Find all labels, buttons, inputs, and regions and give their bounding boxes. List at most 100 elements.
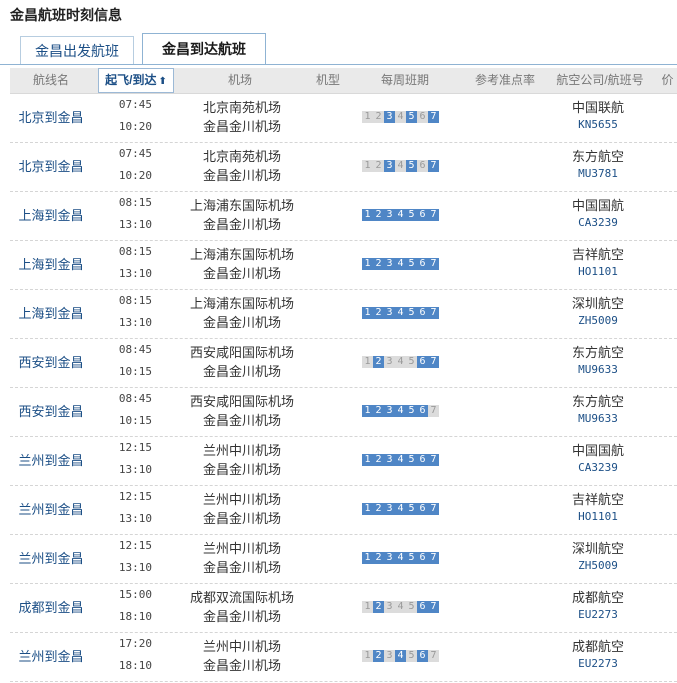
weekly-schedule: 1234567: [362, 160, 439, 172]
table-row: 上海到金昌 08:15 13:10 上海浦东国际机场 金昌金川机场 1 2 3 4 5 6 7 吉祥航空…: [10, 240, 677, 290]
col-plane[interactable]: 机型: [306, 68, 350, 93]
route-link[interactable]: 北京到金昌: [10, 156, 92, 175]
departure-airport: 西安咸阳国际机场: [189, 394, 294, 409]
route-link[interactable]: 北京到金昌: [10, 107, 92, 126]
route-link[interactable]: 西安到金昌: [10, 352, 92, 371]
arrival-airport: 金昌金川机场: [202, 413, 281, 428]
weekday-6-on: 6: [417, 503, 428, 515]
col-airport[interactable]: 机场: [190, 68, 290, 93]
arrival-time: 10:20: [118, 169, 152, 182]
arrival-airport: 金昌金川机场: [202, 511, 281, 526]
route-link[interactable]: 上海到金昌: [10, 205, 92, 224]
col-route[interactable]: 航线名: [10, 68, 92, 93]
route-link[interactable]: 兰州到金昌: [10, 499, 92, 518]
weekday-7-on: 7: [428, 356, 439, 368]
airline-name: 吉祥航空: [571, 492, 624, 507]
arrival-airport: 金昌金川机场: [202, 560, 281, 575]
departure-time: 07:45: [118, 98, 152, 111]
col-airline[interactable]: 航空公司/航班号: [550, 68, 650, 93]
weekly-schedule: 1234567: [362, 503, 439, 515]
weekday-1-off: 1: [362, 601, 373, 613]
arrival-time: 18:10: [118, 659, 152, 672]
weekday-3-on: 3: [384, 258, 395, 270]
flight-number-link[interactable]: MU3781: [550, 167, 646, 180]
arrival-airport: 金昌金川机场: [202, 168, 281, 183]
weekly-schedule: 1234567: [362, 356, 439, 368]
flight-number-link[interactable]: HO1101: [550, 265, 646, 278]
weekday-2-on: 2: [373, 356, 384, 368]
departure-airport: 北京南苑机场: [202, 149, 281, 164]
col-time-label: 起飞/到达: [105, 73, 157, 87]
table-row: 兰州到金昌 12:15 13:10 兰州中川机场 金昌金川机场 1 2 3 4 5 6 7 深圳航空 ZH…: [10, 534, 677, 584]
weekly-schedule: 1234567: [362, 111, 439, 123]
flight-number-link[interactable]: ZH5009: [550, 559, 646, 572]
weekday-2-on: 2: [373, 601, 384, 613]
weekday-1-on: 1: [362, 307, 373, 319]
flight-number-link[interactable]: MU9633: [550, 412, 646, 425]
weekday-6-on: 6: [417, 552, 428, 564]
route-link[interactable]: 上海到金昌: [10, 254, 92, 273]
weekday-2-on: 2: [373, 503, 384, 515]
weekday-3-on: 3: [384, 454, 395, 466]
weekday-5-on: 5: [406, 258, 417, 270]
col-extra[interactable]: 价: [658, 68, 677, 93]
arrival-airport: 金昌金川机场: [202, 266, 281, 281]
departure-time: 08:15: [118, 294, 152, 307]
route-link[interactable]: 兰州到金昌: [10, 646, 92, 665]
weekday-2-off: 2: [373, 111, 384, 123]
sort-up-icon: ⬆: [158, 76, 167, 87]
departure-airport: 上海浦东国际机场: [189, 198, 294, 213]
weekday-1-off: 1: [362, 356, 373, 368]
weekday-5-on: 5: [406, 307, 417, 319]
departure-time: 07:45: [118, 147, 152, 160]
col-weekly[interactable]: 每周班期: [360, 68, 450, 93]
weekday-4-on: 4: [395, 209, 406, 221]
departure-time: 12:15: [118, 441, 152, 454]
departure-time: 15:00: [118, 588, 152, 601]
weekly-schedule: 1234567: [362, 209, 439, 221]
departure-airport: 兰州中川机场: [202, 492, 281, 507]
arrival-time: 18:10: [118, 610, 152, 623]
table-row: 上海到金昌 08:15 13:10 上海浦东国际机场 金昌金川机场 1 2 3 4 5 6 7 中国国航…: [10, 191, 677, 241]
weekly-schedule: 1234567: [362, 454, 439, 466]
table-row: 兰州到金昌 12:15 13:10 兰州中川机场 金昌金川机场 1 2 3 4 5 6 7 吉祥航空 HO…: [10, 485, 677, 535]
weekday-3-on: 3: [384, 503, 395, 515]
weekday-4-on: 4: [395, 405, 406, 417]
weekday-4-off: 4: [395, 111, 406, 123]
weekday-7-on: 7: [428, 503, 439, 515]
col-time-sort[interactable]: 起飞/到达 ⬆: [98, 68, 174, 93]
flight-number-link[interactable]: HO1101: [550, 510, 646, 523]
arrival-time: 13:10: [118, 267, 152, 280]
weekday-3-on: 3: [384, 209, 395, 221]
tab-arrivals[interactable]: 金昌到达航班: [142, 33, 266, 65]
route-link[interactable]: 兰州到金昌: [10, 548, 92, 567]
flight-number-link[interactable]: ZH5009: [550, 314, 646, 327]
weekday-6-on: 6: [417, 650, 428, 662]
flight-number-link[interactable]: CA3239: [550, 461, 646, 474]
airline-name: 成都航空: [571, 590, 624, 605]
departure-time: 08:45: [118, 343, 152, 356]
airline-name: 中国国航: [571, 443, 624, 458]
weekday-4-on: 4: [395, 454, 406, 466]
weekday-6-off: 6: [417, 111, 428, 123]
weekday-5-on: 5: [406, 111, 417, 123]
col-ontime[interactable]: 参考准点率: [465, 68, 545, 93]
weekday-7-on: 7: [428, 160, 439, 172]
weekly-schedule: 1234567: [362, 307, 439, 319]
flight-number-link[interactable]: EU2273: [550, 608, 646, 621]
departure-airport: 兰州中川机场: [202, 443, 281, 458]
route-link[interactable]: 成都到金昌: [10, 597, 92, 616]
flight-number-link[interactable]: KN5655: [550, 118, 646, 131]
route-link[interactable]: 西安到金昌: [10, 401, 92, 420]
weekday-7-on: 7: [428, 454, 439, 466]
flight-number-link[interactable]: MU9633: [550, 363, 646, 376]
route-link[interactable]: 上海到金昌: [10, 303, 92, 322]
flight-number-link[interactable]: CA3239: [550, 216, 646, 229]
weekly-schedule: 1234567: [362, 650, 439, 662]
weekday-6-on: 6: [417, 601, 428, 613]
route-link[interactable]: 兰州到金昌: [10, 450, 92, 469]
weekday-7-on: 7: [428, 601, 439, 613]
tab-departures[interactable]: 金昌出发航班: [20, 36, 134, 64]
flight-number-link[interactable]: EU2273: [550, 657, 646, 670]
weekday-5-on: 5: [406, 405, 417, 417]
